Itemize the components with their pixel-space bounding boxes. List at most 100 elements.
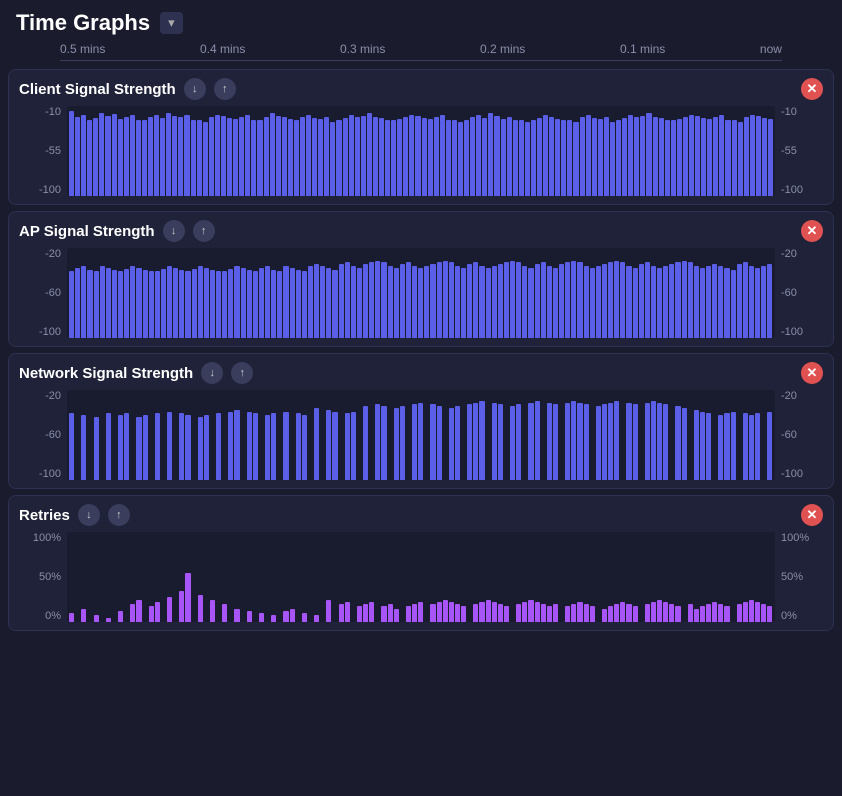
bar: [449, 408, 454, 480]
bar: [391, 120, 396, 196]
bar: [535, 401, 540, 480]
bar: [452, 120, 457, 196]
bar: [216, 413, 221, 480]
bar: [608, 403, 613, 480]
bar: [455, 266, 460, 338]
chart-area-ap-signal: -20-60-100-20-60-100: [19, 248, 823, 338]
bar: [683, 117, 688, 196]
bar: [265, 415, 270, 480]
bar: [675, 262, 680, 338]
bar: [584, 604, 589, 622]
y-label: -100: [19, 184, 61, 196]
bar: [659, 118, 664, 196]
time-axis-line: [60, 60, 782, 61]
bar: [743, 413, 748, 480]
bars-network-signal: [67, 390, 775, 480]
y-label: 0%: [19, 610, 61, 622]
bar: [302, 415, 307, 480]
bar: [357, 268, 362, 338]
dropdown-button[interactable]: ▾: [160, 12, 183, 34]
bar: [259, 268, 264, 338]
bar: [277, 271, 282, 338]
close-btn-client-signal[interactable]: ✕: [801, 78, 823, 100]
sort-up-client-signal[interactable]: ↑: [214, 78, 236, 100]
bar: [731, 270, 736, 338]
bar: [118, 415, 123, 480]
sort-down-client-signal[interactable]: ↓: [184, 78, 206, 100]
bar: [744, 117, 749, 196]
bar: [203, 122, 208, 196]
bar: [179, 270, 184, 338]
bar: [470, 117, 475, 196]
bar: [486, 268, 491, 338]
y-axis-left-client-signal: -10-55-100: [19, 106, 67, 196]
close-btn-ap-signal[interactable]: ✕: [801, 220, 823, 242]
bar: [507, 117, 512, 196]
panel-header-retries: Retries↓↑: [19, 504, 823, 526]
bar: [339, 604, 344, 622]
bar: [761, 604, 766, 622]
bar: [725, 120, 730, 197]
sort-up-network-signal[interactable]: ↑: [231, 362, 253, 384]
bar: [185, 573, 190, 623]
bar: [553, 604, 558, 622]
bar: [204, 415, 209, 480]
bar: [549, 117, 554, 196]
bar: [707, 119, 712, 196]
y-axis-right-ap-signal: -20-60-100: [775, 248, 823, 338]
bar: [622, 118, 627, 196]
bar: [577, 602, 582, 622]
bar: [69, 271, 74, 339]
bar: [553, 268, 558, 338]
bar: [464, 120, 469, 197]
bar: [300, 117, 305, 196]
sort-down-retries[interactable]: ↓: [78, 504, 100, 526]
bar: [124, 117, 129, 196]
bar: [112, 270, 117, 338]
bar: [166, 113, 171, 196]
bar: [227, 118, 232, 196]
bar: [349, 115, 354, 196]
bar: [81, 415, 86, 480]
bar: [222, 604, 227, 622]
bar: [397, 119, 402, 196]
bar: [580, 117, 585, 196]
panel-header-ap-signal: AP Signal Strength↓↑: [19, 220, 823, 242]
bar: [257, 120, 262, 196]
bar: [136, 268, 141, 338]
sort-up-ap-signal[interactable]: ↑: [193, 220, 215, 242]
bar: [143, 415, 148, 480]
bar: [555, 119, 560, 196]
bar: [247, 611, 252, 622]
bar: [94, 417, 99, 480]
bar: [724, 413, 729, 480]
bar: [99, 113, 104, 196]
sort-down-network-signal[interactable]: ↓: [201, 362, 223, 384]
close-btn-retries[interactable]: ✕: [801, 504, 823, 526]
bar: [738, 122, 743, 196]
bar: [106, 268, 111, 338]
bar: [81, 115, 86, 196]
close-btn-network-signal[interactable]: ✕: [801, 362, 823, 384]
bar: [363, 406, 368, 480]
bar: [535, 264, 540, 338]
bar: [492, 403, 497, 480]
bar: [743, 262, 748, 338]
bar: [355, 117, 360, 196]
bar: [706, 266, 711, 338]
sort-up-retries[interactable]: ↑: [108, 504, 130, 526]
bar: [590, 606, 595, 622]
bar: [646, 113, 651, 196]
panel-network-signal: Network Signal Strength↓↑✕-20-60-100-20-…: [8, 353, 834, 489]
bar: [379, 118, 384, 196]
bar: [336, 120, 341, 197]
sort-down-ap-signal[interactable]: ↓: [163, 220, 185, 242]
bar: [700, 606, 705, 622]
bar: [290, 609, 295, 623]
page-header: Time Graphs ▾: [0, 0, 842, 42]
bar: [142, 120, 147, 196]
y-label: -60: [19, 287, 61, 299]
panel-header-network-signal: Network Signal Strength↓↑: [19, 362, 823, 384]
bar: [296, 270, 301, 338]
bar: [81, 266, 86, 338]
